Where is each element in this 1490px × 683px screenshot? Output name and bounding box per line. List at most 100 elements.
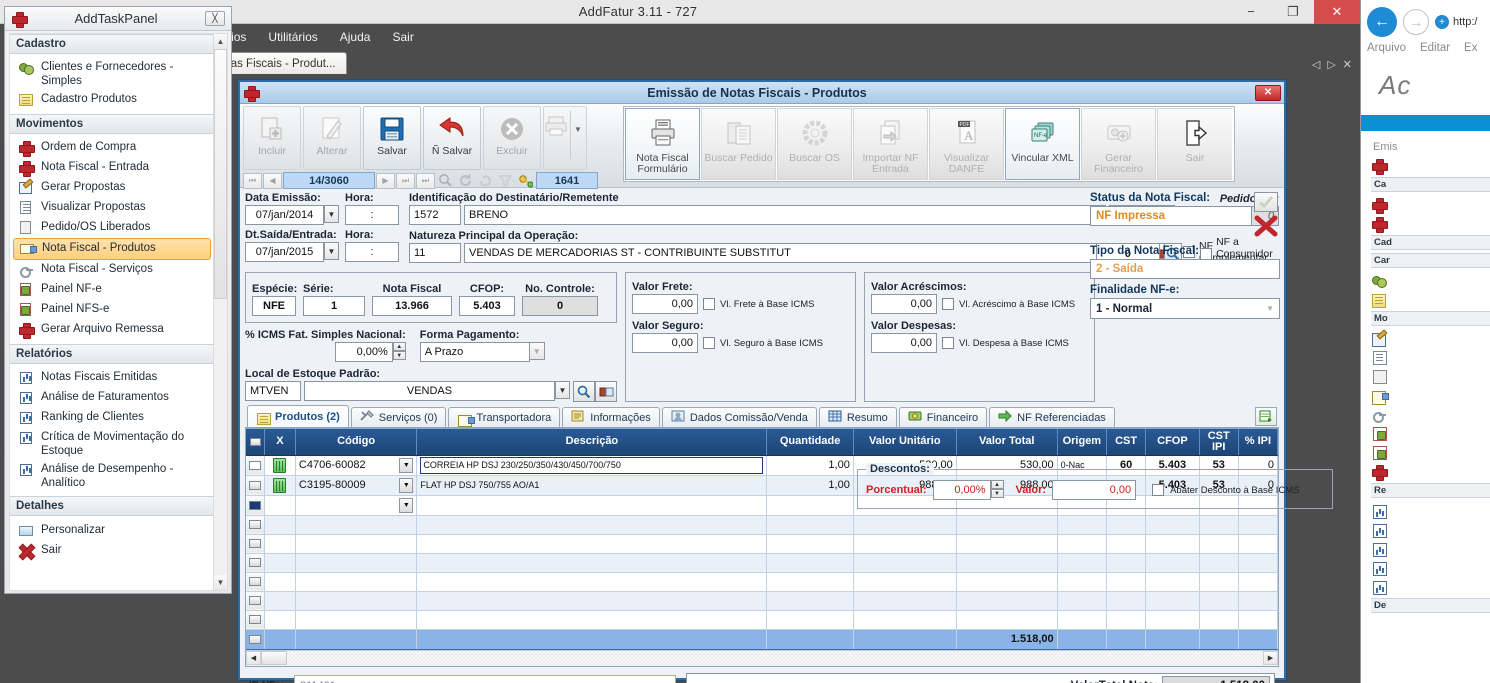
desconto-porcentual-stepper[interactable]: ▲ ▼ (990, 480, 1004, 498)
tab-financeiro[interactable]: Financeiro (898, 407, 988, 427)
despesa-base-icms-checkbox[interactable] (942, 337, 954, 349)
scroll-down-icon[interactable]: ▼ (214, 575, 227, 590)
sidebar-item-painel-nfe[interactable]: Painel NF-e (10, 280, 214, 300)
buscar-pedido-button[interactable]: Buscar Pedido (701, 108, 776, 180)
undo-icon[interactable] (476, 172, 495, 189)
filter-icon[interactable] (496, 172, 515, 189)
menu-ajuda[interactable]: Ajuda (329, 27, 382, 47)
local-estoque-search-icon[interactable] (573, 381, 595, 402)
header-valor-total[interactable]: Valor Total (956, 429, 1058, 456)
data-emissao-dropdown-icon[interactable]: ▼ (324, 205, 339, 223)
trash-icon[interactable] (273, 477, 287, 493)
row-quantidade-cell[interactable]: 1,00 (766, 455, 854, 476)
sidebar-item-painel-nfse[interactable]: Painel NFS-e (10, 300, 214, 320)
tab-scroll-right-icon[interactable]: ▷ (1327, 58, 1335, 71)
frete-base-icms-checkbox[interactable] (703, 298, 715, 310)
desconto-valor-input[interactable]: 0,00 (1052, 480, 1137, 500)
check-icon[interactable] (1254, 192, 1278, 212)
desconto-porcentual-input[interactable]: 0,00% (932, 480, 991, 500)
gerar-financeiro-button[interactable]: Gerar Financeiro (1081, 108, 1156, 180)
visualizar-danfe-button[interactable]: PDF A Visualizar DANFE (929, 108, 1004, 180)
forward-arrow-icon[interactable]: → (1403, 9, 1429, 35)
nav-next-page-button[interactable]: ⏭ (416, 172, 435, 189)
grid-horizontal-scrollbar[interactable]: ◀ ▶ (246, 649, 1278, 666)
serie-input[interactable]: 1 (303, 296, 365, 316)
imprimir-button[interactable]: ▼ (543, 106, 587, 170)
row-delete-cell[interactable] (264, 495, 296, 516)
dt-saida-dropdown-icon[interactable]: ▼ (324, 242, 339, 260)
seguro-base-icms-checkbox[interactable] (703, 337, 715, 349)
scrollbar-thumb[interactable] (214, 49, 227, 299)
chevron-down-icon[interactable]: ▼ (399, 477, 414, 493)
chevron-down-icon[interactable]: ▼ (399, 497, 414, 513)
header-codigo[interactable]: Código (295, 429, 418, 456)
sidebar-item-pedido-os-liberados[interactable]: Pedido/OS Liberados (10, 218, 214, 238)
valor-acrescimos-input[interactable]: 0,00 (871, 294, 937, 314)
salvar-button[interactable]: Salvar (363, 106, 421, 170)
header-cfop[interactable]: CFOP (1145, 429, 1200, 456)
cancel-red-x-icon[interactable] (1254, 215, 1280, 240)
table-row-empty[interactable] (246, 515, 1279, 535)
local-estoque-value-input[interactable]: VENDAS (304, 381, 555, 401)
hora-emissao-input[interactable]: : (345, 205, 399, 225)
row-selector[interactable] (246, 534, 266, 554)
hscrollbar-track[interactable] (287, 651, 1263, 665)
menu-utilitarios[interactable]: Utilitários (257, 27, 328, 47)
sidebar-item-ordem-de-compra[interactable]: Ordem de Compra (10, 138, 214, 158)
buscar-os-button[interactable]: Buscar OS (777, 108, 852, 180)
dt-saida-input[interactable]: 07/jan/2015 (245, 242, 324, 262)
tab-nf-referenciadas[interactable]: NF Referenciadas (989, 407, 1115, 427)
excluir-button[interactable]: Excluir (483, 106, 541, 170)
restore-button[interactable]: ❐ (1272, 0, 1314, 24)
icms-simples-input[interactable]: 0,00% (334, 342, 393, 362)
header-x[interactable]: X (264, 429, 296, 456)
sidebar-item-sair[interactable]: Sair (10, 541, 214, 561)
icms-simples-stepper[interactable]: ▲ ▼ (392, 342, 406, 360)
sidebar-item-nota-fiscal-entrada[interactable]: Nota Fiscal - Entrada (10, 158, 214, 178)
acrescimo-base-icms-checkbox[interactable] (942, 298, 954, 310)
nota-fiscal-formulario-button[interactable]: Nota Fiscal Formulário (625, 108, 700, 180)
refresh-icon[interactable] (456, 172, 475, 189)
nota-fiscal-input[interactable]: 13.966 (372, 296, 452, 316)
sidebar-item-ranking-clientes[interactable]: Ranking de Clientes (10, 408, 214, 428)
export-grid-icon[interactable] (1255, 407, 1277, 426)
row-descricao-cell[interactable]: FLAT HP DSJ 750/755 AO/A1 (416, 475, 768, 496)
tab-dados-comissao-venda[interactable]: Dados Comissão/Venda (661, 407, 817, 427)
row-selector[interactable] (246, 515, 266, 535)
nao-salvar-button[interactable]: Ñ Salvar (423, 106, 481, 170)
task-panel-scrollbar[interactable]: ▲ ▼ (213, 33, 228, 591)
browser-menu-exibir[interactable]: Ex (1464, 42, 1477, 54)
hora-saida-input[interactable]: : (345, 242, 399, 262)
table-row-empty[interactable] (246, 591, 1279, 611)
valor-frete-input[interactable]: 0,00 (632, 294, 698, 314)
valor-despesas-input[interactable]: 0,00 (871, 333, 937, 353)
sidebar-item-gerar-propostas[interactable]: Gerar Propostas (10, 178, 214, 198)
tab-scroll-left-icon[interactable]: ◁ (1312, 58, 1320, 71)
trash-icon[interactable] (273, 457, 287, 473)
sidebar-item-critica-movimentacao-estoque[interactable]: Crítica de Movimentação do Estoque (10, 428, 214, 460)
sidebar-item-gerar-arquivo-remessa[interactable]: Gerar Arquivo Remessa (10, 320, 214, 340)
vincular-xml-button[interactable]: NF-e Vincular XML (1005, 108, 1080, 180)
row-delete-cell[interactable] (264, 475, 296, 496)
key-icon[interactable] (516, 172, 535, 189)
data-emissao-input[interactable]: 07/jan/2014 (245, 205, 324, 225)
sidebar-item-nota-fiscal-servicos[interactable]: Nota Fiscal - Serviços (10, 260, 214, 280)
sidebar-item-analise-faturamentos[interactable]: Análise de Faturamentos (10, 388, 214, 408)
row-selector[interactable] (246, 553, 266, 573)
scroll-right-icon[interactable]: ▶ (1263, 651, 1278, 665)
id-nfe-input[interactable]: 311401 ... (294, 674, 676, 683)
printer-dropdown-icon[interactable]: ▼ (574, 125, 582, 134)
especie-input[interactable]: NFE (252, 296, 296, 316)
browser-menu-editar[interactable]: Editar (1420, 42, 1450, 54)
header-pct-ipi[interactable]: % IPI (1238, 429, 1279, 456)
tab-produtos[interactable]: Produtos (2) (247, 405, 349, 427)
sidebar-item-analise-desempenho-analitico[interactable]: Análise de Desempenho - Analítico (10, 460, 214, 492)
tab-resumo[interactable]: Resumo (818, 407, 897, 427)
row-quantidade-cell[interactable]: 1,00 (766, 475, 854, 496)
back-arrow-icon[interactable]: ← (1367, 7, 1397, 37)
row-selector[interactable] (246, 572, 266, 592)
header-descricao[interactable]: Descrição (416, 429, 768, 456)
address-bar[interactable]: + http:/ (1435, 15, 1486, 29)
menu-sair[interactable]: Sair (381, 27, 424, 47)
table-row-empty[interactable] (246, 553, 1279, 573)
